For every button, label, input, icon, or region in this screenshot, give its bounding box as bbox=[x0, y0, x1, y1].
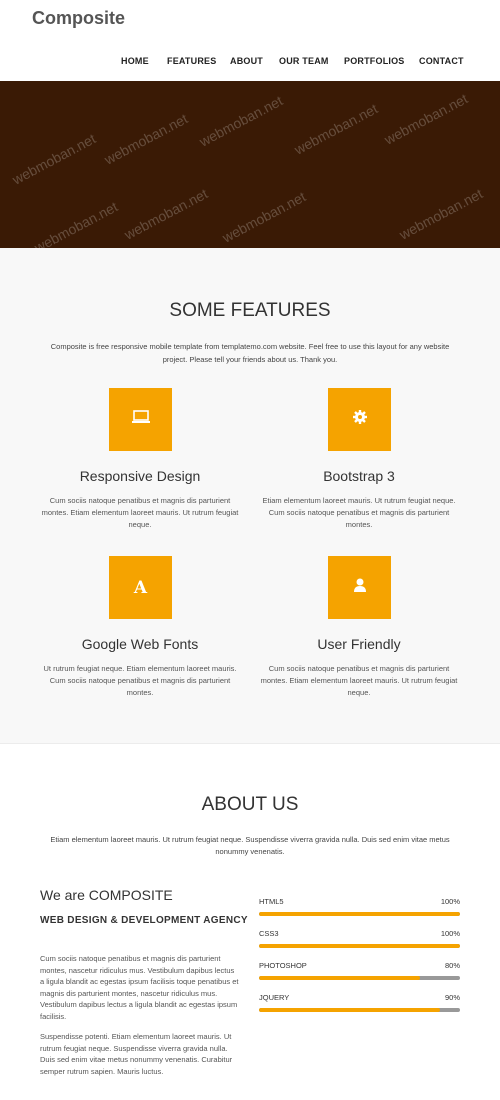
watermark: webmoban.net bbox=[31, 198, 121, 248]
nav-item-contact[interactable]: CONTACT bbox=[419, 56, 464, 66]
feature-icon-box bbox=[328, 556, 391, 619]
feature-title: Bootstrap 3 bbox=[323, 468, 395, 484]
skill-percent: 80% bbox=[444, 961, 460, 970]
about-section: ABOUT US Etiam elementum laoreet mauris.… bbox=[0, 745, 500, 1100]
skill-track bbox=[259, 1008, 460, 1012]
feature-icon-box bbox=[109, 388, 172, 451]
about-title: ABOUT US bbox=[201, 794, 299, 815]
features-title: SOME FEATURES bbox=[169, 300, 331, 321]
skill-percent: 90% bbox=[444, 993, 460, 1002]
feature-title: Responsive Design bbox=[79, 468, 201, 484]
site-header: Composite HOME FEATURES ABOUT OUR TEAM P… bbox=[0, 0, 500, 81]
skill-fill bbox=[259, 912, 460, 916]
site-logo[interactable]: Composite bbox=[32, 8, 125, 29]
watermark: webmoban.net bbox=[291, 100, 381, 158]
watermark: webmoban.net bbox=[396, 185, 486, 243]
about-heading: We are COMPOSITE bbox=[40, 887, 173, 903]
feature-title: Google Web Fonts bbox=[81, 636, 199, 652]
skill-name: JQUERY bbox=[259, 993, 290, 1002]
skill-bar: JQUERY 90% bbox=[259, 993, 460, 1025]
watermark: webmoban.net bbox=[219, 188, 309, 246]
skill-name: PHOTOSHOP bbox=[259, 961, 307, 970]
watermark: webmoban.net bbox=[101, 110, 191, 168]
feature-title: User Friendly bbox=[317, 636, 401, 652]
watermark: webmoban.net bbox=[381, 90, 471, 148]
gear-icon bbox=[352, 409, 368, 430]
font-icon: A bbox=[133, 577, 148, 598]
skill-name: HTML5 bbox=[259, 897, 284, 906]
skill-bar: CSS3 100% bbox=[259, 929, 460, 961]
nav-item-portfolios[interactable]: PORTFOLIOS bbox=[344, 56, 405, 66]
nav-item-home[interactable]: HOME bbox=[121, 56, 149, 66]
about-paragraph: Cum sociis natoque penatibus et magnis d… bbox=[40, 954, 239, 1021]
skill-fill bbox=[259, 1008, 440, 1012]
about-description: Etiam elementum laoreet mauris. Ut rutru… bbox=[50, 835, 450, 856]
features-description: Composite is free responsive mobile temp… bbox=[50, 342, 450, 364]
skill-percent: 100% bbox=[440, 897, 460, 906]
hero-banner: webmoban.net webmoban.net webmoban.net w… bbox=[0, 81, 500, 248]
watermark: webmoban.net bbox=[9, 130, 99, 188]
laptop-icon bbox=[131, 409, 151, 430]
skill-track bbox=[259, 912, 460, 916]
features-section: SOME FEATURES Composite is free responsi… bbox=[0, 248, 500, 744]
feature-text: Cum sociis natoque penatibus et magnis d… bbox=[41, 496, 239, 529]
skill-track bbox=[259, 944, 460, 948]
feature-icon-box bbox=[328, 388, 391, 451]
skill-fill bbox=[259, 944, 460, 948]
user-icon bbox=[352, 577, 368, 598]
watermark: webmoban.net bbox=[196, 92, 286, 150]
skill-bar: PHOTOSHOP 80% bbox=[259, 961, 460, 993]
nav-item-our-team[interactable]: OUR TEAM bbox=[279, 56, 329, 66]
about-subheading: WEB DESIGN & DEVELOPMENT AGENCY bbox=[40, 915, 248, 926]
feature-text: Etiam elementum laoreet mauris. Ut rutru… bbox=[262, 496, 456, 529]
main-nav: HOME FEATURES ABOUT OUR TEAM PORTFOLIOS … bbox=[0, 56, 500, 70]
skill-track bbox=[259, 976, 460, 980]
feature-text: Cum sociis natoque penatibus et magnis d… bbox=[260, 664, 458, 697]
feature-icon-box: A bbox=[109, 556, 172, 619]
nav-item-about[interactable]: ABOUT bbox=[230, 56, 263, 66]
skill-name: CSS3 bbox=[259, 929, 279, 938]
feature-text: Ut rutrum feugiat neque. Etiam elementum… bbox=[43, 664, 237, 697]
about-paragraph: Suspendisse potenti. Etiam elementum lao… bbox=[40, 1032, 233, 1076]
nav-item-features[interactable]: FEATURES bbox=[167, 56, 216, 66]
watermark: webmoban.net bbox=[121, 185, 211, 243]
skill-fill bbox=[259, 976, 420, 980]
skill-bar: HTML5 100% bbox=[259, 897, 460, 929]
skill-percent: 100% bbox=[440, 929, 460, 938]
